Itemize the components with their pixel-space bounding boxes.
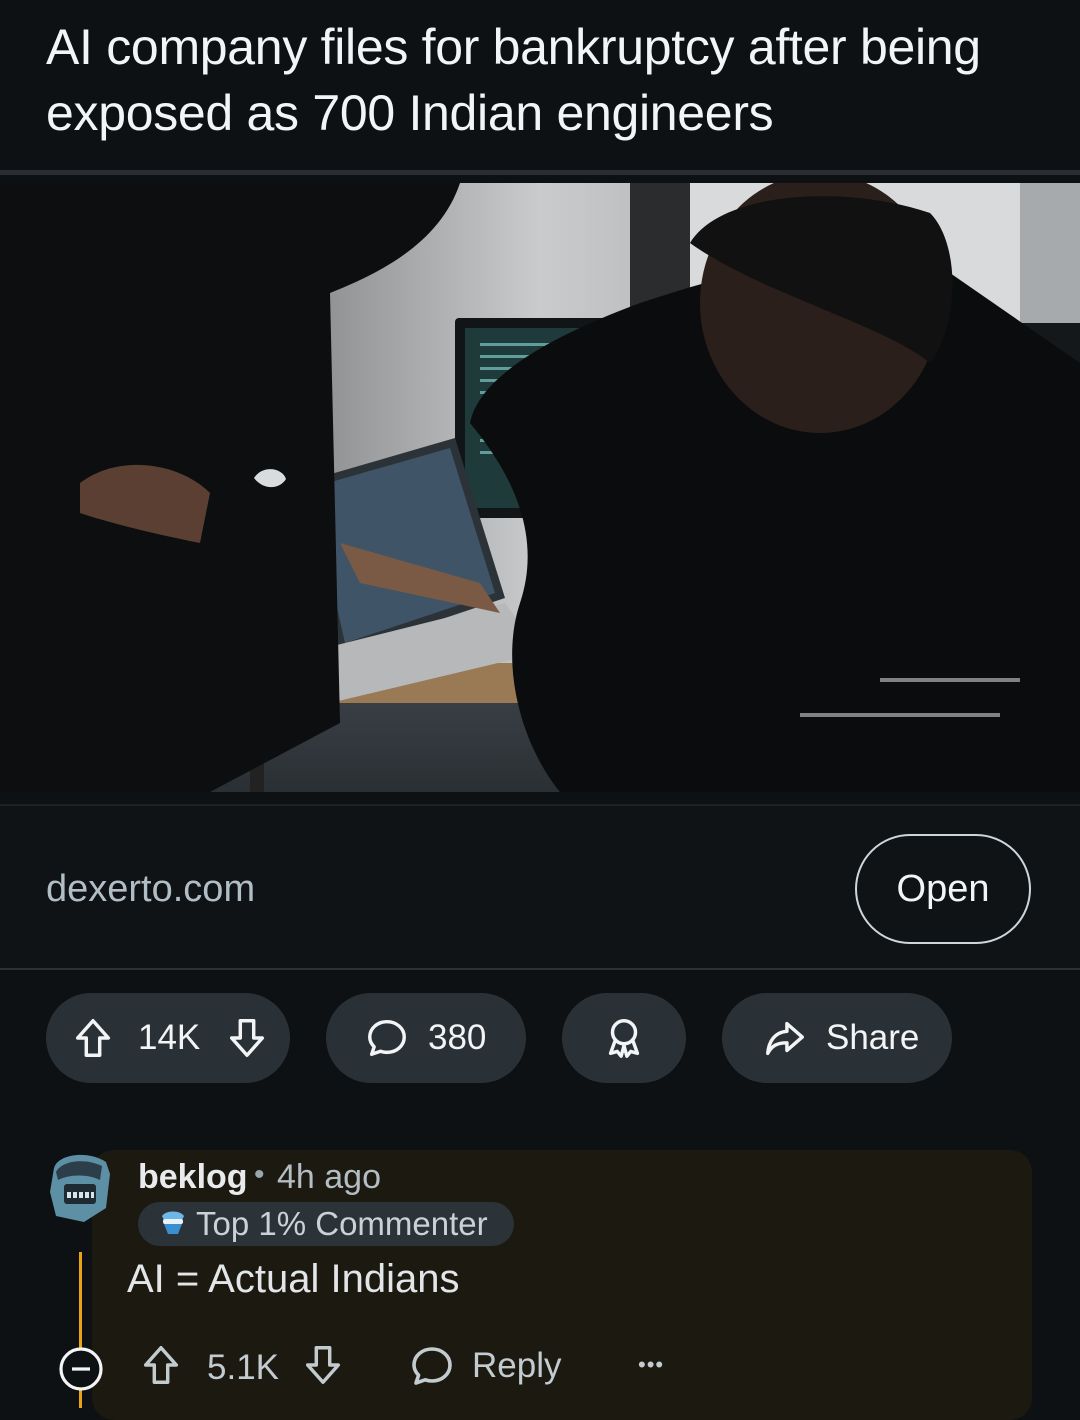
comment-count: 380 (428, 1018, 487, 1057)
post-image[interactable] (0, 183, 1080, 792)
flair-text: Top 1% Commenter (196, 1205, 488, 1242)
link-preview-bar[interactable]: dexerto.com Open (0, 804, 1080, 970)
comment-username[interactable]: beklog (138, 1158, 248, 1197)
award-ribbon-icon (601, 1015, 647, 1061)
avatar[interactable] (48, 1152, 112, 1224)
comments-button[interactable]: 380 (326, 993, 526, 1083)
arrow-down-icon[interactable] (300, 1342, 346, 1388)
open-link-button[interactable]: Open (855, 834, 1031, 944)
award-button[interactable] (562, 993, 686, 1083)
arrow-up-icon[interactable] (70, 1015, 116, 1061)
speech-bubble-icon (364, 1015, 410, 1061)
share-arrow-icon (762, 1015, 808, 1061)
post-vote-count: 14K (138, 1018, 201, 1057)
reply-label: Reply (472, 1346, 562, 1385)
share-button[interactable]: Share (722, 993, 952, 1083)
vote-control: 14K (46, 993, 290, 1083)
comment-vote-count: 5.1K (207, 1348, 279, 1387)
arrow-down-icon[interactable] (224, 1015, 270, 1061)
post-title[interactable]: AI company files for bankruptcy after be… (46, 14, 1046, 146)
reply-button[interactable]: Reply (408, 1342, 561, 1390)
minus-circle-icon[interactable] (57, 1345, 105, 1393)
separator-dot: • (254, 1158, 265, 1191)
link-domain[interactable]: dexerto.com (46, 868, 255, 911)
share-label: Share (826, 1018, 920, 1057)
comment-body: AI = Actual Indians (127, 1257, 460, 1301)
comment-downvote-button[interactable] (300, 1342, 346, 1388)
user-flair-badge: Top 1% Commenter (138, 1202, 514, 1246)
divider (0, 170, 1080, 175)
ellipsis-icon[interactable]: ••• (638, 1352, 664, 1378)
comment-upvote-button[interactable] (138, 1342, 184, 1388)
comment-timestamp: 4h ago (277, 1158, 381, 1196)
speech-bubble-icon (408, 1342, 456, 1390)
arrow-up-icon[interactable] (138, 1342, 184, 1388)
top-commenter-icon (158, 1208, 188, 1241)
